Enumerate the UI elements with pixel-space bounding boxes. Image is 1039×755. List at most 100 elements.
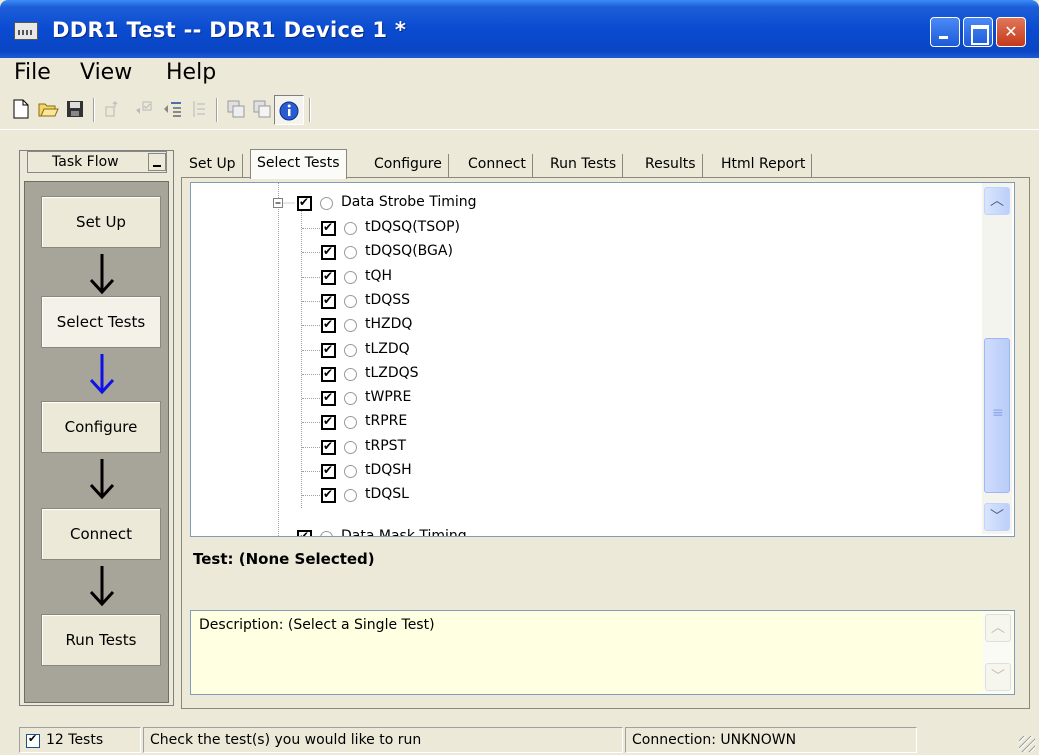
tab-configure[interactable]: Configure <box>368 154 449 178</box>
test-count-text: 12 Tests <box>46 732 104 748</box>
tab-connect[interactable]: Connect <box>462 154 533 178</box>
tree-item[interactable]: tLZDQS <box>301 363 601 385</box>
save-icon[interactable] <box>64 98 86 120</box>
tree-group-label: Data Mask Timing <box>341 528 467 537</box>
desc-scroll-down-button[interactable]: ﹀ <box>985 663 1011 691</box>
test-label: tLZDQS <box>365 364 419 381</box>
test-radio[interactable] <box>344 416 357 430</box>
test-radio[interactable] <box>344 343 357 357</box>
arrow-down-icon <box>89 354 115 395</box>
expand-tree-icon[interactable] <box>162 98 184 120</box>
taskflow-step-run-tests[interactable]: Run Tests <box>41 614 161 666</box>
tree-item[interactable]: tDQSL <box>301 484 601 506</box>
tree-item[interactable]: tWPRE <box>301 387 601 409</box>
info-icon[interactable] <box>278 100 300 122</box>
test-label: tDQSQ(TSOP) <box>365 219 461 235</box>
title-bar[interactable]: DDR1 Test -- DDR1 Device 1 * ✕ <box>0 0 1039 58</box>
scroll-down-button[interactable]: ﹀ <box>984 503 1010 531</box>
test-checkbox[interactable] <box>321 390 336 407</box>
tree-item[interactable]: tDQSQ(TSOP) <box>301 217 601 239</box>
description-scrollbar[interactable]: ︿ ﹀ <box>983 612 1013 694</box>
collapse-tree-icon[interactable] <box>189 98 211 120</box>
test-checkbox[interactable] <box>321 269 336 285</box>
taskflow-step-setup[interactable]: Set Up <box>41 196 161 248</box>
group-radio[interactable] <box>320 197 333 210</box>
task-flow-minimize-button[interactable] <box>148 153 166 171</box>
close-button[interactable]: ✕ <box>996 17 1026 47</box>
tree-item[interactable]: tHZDQ <box>301 314 601 336</box>
menu-help[interactable]: Help <box>166 60 216 85</box>
tree-group-data-mask-timing[interactable]: Data Mask Timing <box>291 526 591 537</box>
test-radio[interactable] <box>344 294 357 308</box>
test-count-checkbox-icon <box>26 732 40 748</box>
test-checkbox[interactable] <box>321 317 336 334</box>
test-checkbox[interactable] <box>321 487 336 504</box>
test-checkbox[interactable] <box>321 439 336 455</box>
test-radio[interactable] <box>344 319 357 333</box>
check-tests-icon[interactable] <box>133 98 155 120</box>
desc-scroll-up-button[interactable]: ︿ <box>985 614 1011 642</box>
new-file-icon[interactable] <box>10 98 32 120</box>
tab-setup[interactable]: Set Up <box>183 154 243 178</box>
menu-view[interactable]: View <box>80 60 132 85</box>
export-icon[interactable] <box>103 98 125 120</box>
menu-file[interactable]: File <box>14 60 51 85</box>
test-checkbox[interactable] <box>321 414 336 431</box>
tree-item[interactable]: tQH <box>301 266 601 288</box>
test-checkbox[interactable] <box>321 463 336 479</box>
group-checkbox[interactable] <box>297 195 312 211</box>
toolbar-separator <box>216 98 218 122</box>
tree-item[interactable]: tDQSH <box>301 460 601 482</box>
test-radio[interactable] <box>344 246 357 260</box>
app-waveform-icon <box>14 22 38 40</box>
tree-connector <box>302 398 320 400</box>
test-checkbox[interactable] <box>321 366 336 382</box>
tree-connector <box>302 349 320 351</box>
test-radio[interactable] <box>344 465 357 478</box>
tree-group-data-strobe-timing[interactable]: Data Strobe Timing <box>291 192 591 214</box>
minimize-button[interactable] <box>930 17 960 47</box>
taskflow-step-connect[interactable]: Connect <box>41 508 161 560</box>
group-checkbox[interactable] <box>297 529 312 536</box>
test-radio[interactable] <box>344 392 357 406</box>
test-radio[interactable] <box>344 367 357 381</box>
copy-icon[interactable] <box>225 98 247 120</box>
tab-results[interactable]: Results <box>639 154 703 178</box>
tab-run-tests[interactable]: Run Tests <box>544 154 624 178</box>
test-label: tRPRE <box>365 413 408 430</box>
test-radio[interactable] <box>344 270 357 284</box>
test-radio[interactable] <box>344 489 357 503</box>
description-box: Description: (Select a Single Test) ︿ ﹀ <box>190 610 1015 695</box>
tree-item[interactable]: tRPST <box>301 436 601 458</box>
tree-item[interactable]: tRPRE <box>301 411 601 433</box>
test-label: tLZDQ <box>365 340 410 357</box>
paste-icon[interactable] <box>251 98 273 120</box>
test-label: tHZDQ <box>365 316 413 333</box>
resize-grip-icon[interactable] <box>1019 736 1035 752</box>
taskflow-step-configure[interactable]: Configure <box>41 401 161 453</box>
test-radio[interactable] <box>344 222 357 235</box>
test-radio[interactable] <box>344 440 357 454</box>
test-checkbox[interactable] <box>321 342 336 358</box>
test-checkbox[interactable] <box>321 220 336 236</box>
group-radio[interactable] <box>320 531 333 536</box>
maximize-button[interactable] <box>963 17 993 47</box>
open-folder-icon[interactable] <box>37 98 59 120</box>
status-test-count: 12 Tests <box>19 727 141 753</box>
tree-scrollbar[interactable]: ︿ ﹀ <box>982 183 1012 534</box>
test-tree[interactable]: Data Strobe Timing tDQSQ(TSOP) tDQSQ(BGA)… <box>190 182 1015 537</box>
scroll-thumb[interactable] <box>984 338 1010 493</box>
tree-item[interactable]: tDQSS <box>301 290 601 312</box>
tree-item[interactable]: tLZDQ <box>301 339 601 361</box>
tab-select-tests[interactable]: Select Tests <box>250 149 347 179</box>
tree-connector <box>302 446 320 448</box>
status-connection: Connection: UNKNOWN <box>625 727 917 753</box>
taskflow-step-select-tests[interactable]: Select Tests <box>41 296 161 348</box>
test-checkbox[interactable] <box>321 293 336 309</box>
scroll-up-button[interactable]: ︿ <box>984 187 1010 215</box>
collapse-node-icon[interactable] <box>273 198 284 209</box>
tree-group-label: Data Strobe Timing <box>341 194 477 210</box>
test-checkbox[interactable] <box>321 244 336 261</box>
tree-item[interactable]: tDQSQ(BGA) <box>301 241 601 263</box>
tab-html-report[interactable]: Html Report <box>715 154 813 178</box>
